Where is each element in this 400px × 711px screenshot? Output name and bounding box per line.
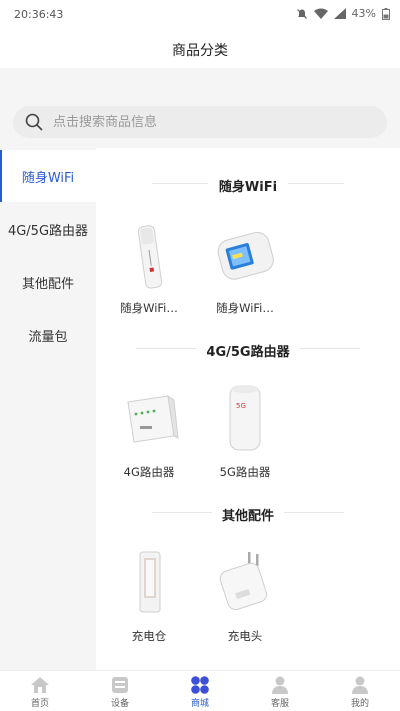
sidebar-item-portable-wifi[interactable]: 随身WiFi: [0, 150, 96, 202]
status-time: 20:36:43: [14, 8, 64, 21]
section-title: 其他配件: [221, 509, 274, 524]
bottom-tabbar: 首页 设备 商城 客服 我的: [0, 670, 400, 711]
tab-mall[interactable]: 商城: [160, 671, 240, 711]
tab-label: 首页: [30, 699, 49, 709]
product-name: 4G路由器: [123, 465, 175, 479]
page-title: 商品分类: [172, 43, 228, 59]
tab-device[interactable]: 设备: [80, 671, 160, 711]
product-image: [200, 216, 290, 298]
sidebar-item-routers[interactable]: 4G/5G路由器: [0, 203, 96, 255]
svg-text:5G: 5G: [236, 402, 246, 410]
product-card[interactable]: 充电仓: [104, 544, 194, 644]
tab-profile[interactable]: 我的: [320, 671, 400, 711]
profile-icon: [352, 676, 368, 694]
tab-label: 商城: [190, 699, 209, 709]
sidebar-item-accessories[interactable]: 其他配件: [0, 256, 96, 308]
product-image: [104, 380, 194, 462]
mute-icon: [296, 8, 307, 19]
home-icon: [31, 677, 49, 693]
device-icon: [112, 677, 128, 693]
service-icon: [272, 676, 288, 694]
tab-label: 我的: [350, 699, 369, 709]
product-card[interactable]: 随身WiFi…: [200, 216, 290, 316]
signal-icon: [333, 8, 346, 19]
section-title: 4G/5G路由器: [206, 345, 290, 360]
category-sidebar: 随身WiFi 4G/5G路由器 其他配件 流量包: [0, 148, 96, 670]
header: 商品分类: [0, 30, 400, 68]
product-name: 充电仓: [131, 629, 167, 643]
sidebar-item-data-plans[interactable]: 流量包: [0, 309, 96, 361]
search-input[interactable]: [53, 106, 373, 138]
battery-icon: [382, 7, 390, 20]
product-card[interactable]: 随身WiFi…: [104, 216, 194, 316]
wifi-icon: [313, 8, 328, 19]
tab-home[interactable]: 首页: [0, 671, 80, 711]
product-name: 5G路由器: [219, 465, 271, 479]
product-card[interactable]: 充电头: [200, 544, 290, 644]
sidebar-item-label: 4G/5G路由器: [7, 223, 89, 239]
product-content: 随身WiFi 随身WiFi… 随身WiFi… 4G/5G路由器 4G路由器 5G…: [96, 148, 400, 670]
battery-level: 43%: [351, 7, 376, 20]
search-icon[interactable]: [25, 113, 43, 131]
status-icons: 43%: [296, 7, 390, 20]
tab-service[interactable]: 客服: [240, 671, 320, 711]
sidebar-item-label: 流量包: [28, 329, 68, 345]
mall-icon: [191, 676, 209, 694]
status-bar: 20:36:43 43%: [0, 0, 400, 30]
search-area: [0, 68, 400, 148]
product-name: 随身WiFi…: [216, 301, 274, 315]
tab-label: 设备: [110, 699, 129, 709]
product-image: 5G: [200, 380, 290, 462]
search-box[interactable]: [13, 106, 387, 138]
product-image: [104, 544, 194, 626]
sidebar-item-label: 随身WiFi: [21, 170, 75, 186]
product-image: [104, 216, 194, 298]
product-image: [200, 544, 290, 626]
product-card[interactable]: 4G路由器: [104, 380, 194, 480]
product-card[interactable]: 5G 5G路由器: [200, 380, 290, 480]
product-name: 充电头: [227, 629, 263, 643]
tab-label: 客服: [270, 699, 289, 709]
product-name: 随身WiFi…: [120, 301, 178, 315]
sidebar-item-label: 其他配件: [21, 276, 74, 292]
section-title: 随身WiFi: [218, 180, 278, 195]
